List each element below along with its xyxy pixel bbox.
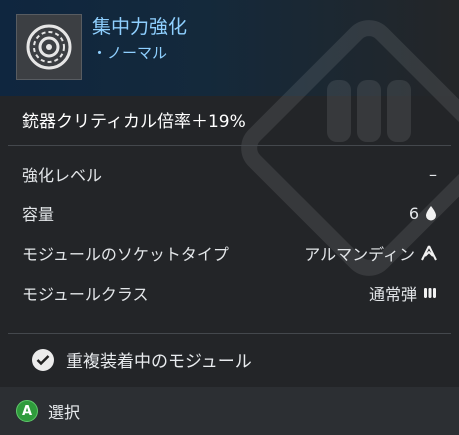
stat-row-level: 強化レベル – xyxy=(22,161,437,187)
module-name: 集中力強化 xyxy=(92,16,188,38)
stat-row-capacity: 容量 6 xyxy=(22,200,437,226)
focus-gear-icon xyxy=(26,24,72,70)
module-icon xyxy=(16,14,82,80)
duplicate-equipped-indicator: 重複装着中のモジュール xyxy=(32,347,252,372)
stat-label: モジュールのソケットタイプ xyxy=(22,245,229,264)
stat-row-socket: モジュールのソケットタイプ アルマンディン xyxy=(22,240,437,266)
select-action-label[interactable]: 選択 xyxy=(48,399,80,423)
general-rounds-watermark-icon xyxy=(241,20,459,276)
stat-value: アルマンディン xyxy=(304,241,437,265)
stat-label: 容量 xyxy=(22,205,55,224)
divider xyxy=(8,145,451,146)
module-rarity: ・ノーマル xyxy=(92,44,168,62)
module-tooltip: 集中力強化 ・ノーマル 銃器クリティカル倍率＋19% 強化レベル – 容量 6 … xyxy=(0,0,459,435)
footer-bar: A 選択 xyxy=(0,387,459,435)
equipped-label: 重複装着中のモジュール xyxy=(66,352,252,372)
divider xyxy=(8,333,451,334)
general-rounds-icon xyxy=(424,288,436,298)
stat-value: 通常弾 xyxy=(369,281,437,305)
stat-value: – xyxy=(429,164,437,184)
capacity-drop-icon xyxy=(426,206,436,221)
stat-label: モジュールクラス xyxy=(22,285,149,304)
almandine-socket-icon xyxy=(421,245,437,261)
check-icon xyxy=(32,348,54,371)
module-effect: 銃器クリティカル倍率＋19% xyxy=(22,112,246,132)
stat-label: 強化レベル xyxy=(22,166,103,185)
module-header: 集中力強化 ・ノーマル xyxy=(0,0,459,276)
stat-value: 6 xyxy=(409,204,437,223)
stat-row-class: モジュールクラス 通常弾 xyxy=(22,280,437,306)
a-button-icon[interactable]: A xyxy=(16,400,38,422)
